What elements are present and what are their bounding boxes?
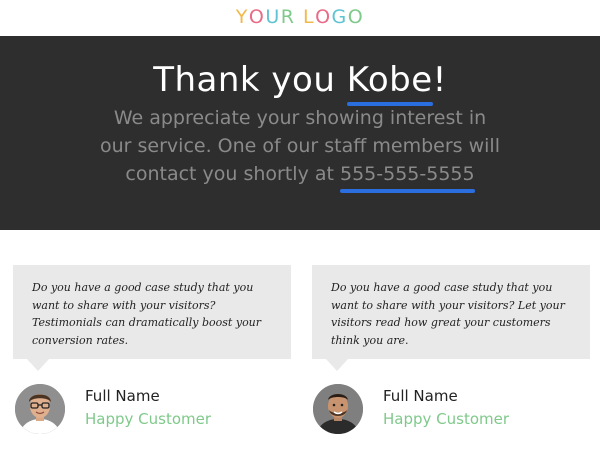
testimonial-card-1: Do you have a good case study that you w… [13,265,291,371]
phone-number[interactable]: 555-555-5555 [340,160,475,193]
testimonial-quote: Do you have a good case study that you w… [331,281,565,347]
logo-letter: Y [235,6,249,28]
thank-you-hero: Thank you Kobe! We appreciate your showi… [0,36,600,230]
customer-name: Full Name [85,387,160,405]
logo-letter: O [248,6,266,28]
logo-letter: L [302,6,316,28]
logo-letter: U [265,6,281,28]
logo-letter: O [315,6,332,28]
testimonial-card-2: Do you have a good case study that you w… [312,265,590,371]
page-title: Thank you Kobe! [0,60,600,106]
logo-letter: G [331,6,348,28]
avatar [15,384,65,434]
logo[interactable]: YOUR LOGO [236,6,365,28]
phone-underline [340,189,475,193]
testimonial-quote: Do you have a good case study that you w… [32,281,262,347]
avatar [313,384,363,434]
customer-name: Full Name [383,387,458,405]
speech-tail [27,359,49,371]
speech-tail [326,359,348,371]
header-bar: YOUR LOGO [0,0,600,36]
logo-letter [295,6,303,28]
logo-letter: R [280,6,296,28]
title-suffix: ! [432,60,447,100]
customer-role: Happy Customer [383,410,510,428]
title-prefix: Thank you [153,60,347,100]
customer-role: Happy Customer [85,410,212,428]
visitor-name: Kobe [346,60,433,106]
phone-number-text: 555-555-5555 [340,163,475,185]
logo-letter: O [347,6,365,28]
visitor-name-text: Kobe [346,60,433,100]
hero-message: We appreciate your showing interest in o… [100,104,500,193]
